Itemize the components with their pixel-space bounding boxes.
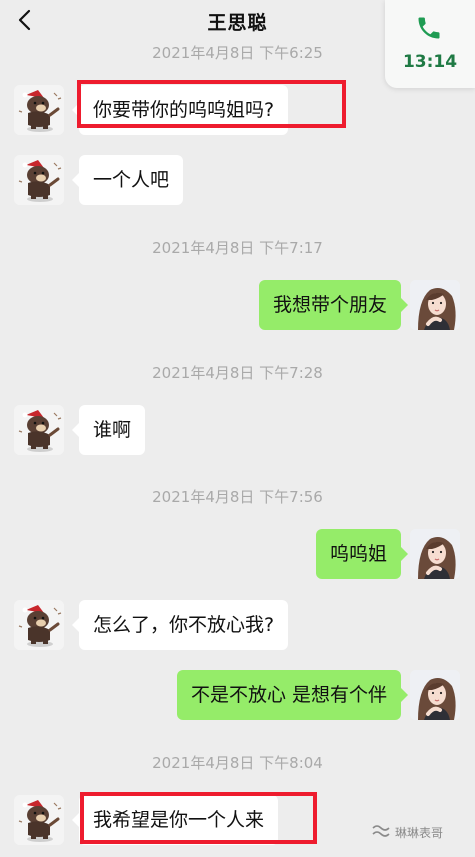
contact-avatar-image [14, 155, 64, 205]
timestamp: 2021年4月8日 下午7:56 [152, 488, 323, 506]
timestamp: 2021年4月8日 下午6:25 [152, 44, 323, 62]
avatar[interactable] [14, 600, 64, 650]
avatar[interactable] [14, 155, 64, 205]
message-bubble-incoming[interactable]: 谁啊 [71, 405, 146, 455]
self-avatar-image [410, 529, 460, 579]
contact-avatar-image [14, 405, 64, 455]
contact-avatar-image [14, 795, 64, 845]
highlight-box [77, 80, 346, 128]
avatar[interactable] [14, 795, 64, 845]
message-bubble-incoming[interactable]: 怎么了，你不放心我? [71, 600, 289, 650]
avatar[interactable] [410, 529, 460, 579]
message-bubble-incoming[interactable]: 一个人吧 [71, 155, 184, 205]
avatar[interactable] [410, 670, 460, 720]
avatar[interactable] [410, 280, 460, 330]
self-avatar-image [410, 670, 460, 720]
message-bubble-outgoing[interactable]: 不是不放心 是想有个伴 [176, 670, 409, 720]
timestamp: 2021年4月8日 下午8:04 [152, 754, 323, 772]
timestamp: 2021年4月8日 下午7:28 [152, 364, 323, 382]
avatar[interactable] [14, 85, 64, 135]
message-bubble-outgoing[interactable]: 我想带个朋友 [258, 280, 409, 330]
contact-avatar-image [14, 600, 64, 650]
contact-avatar-image [14, 85, 64, 135]
phone-icon [418, 17, 440, 39]
timestamp: 2021年4月8日 下午7:17 [152, 239, 323, 257]
highlight-box [80, 792, 317, 844]
avatar[interactable] [14, 405, 64, 455]
wechat-channel-icon [372, 825, 390, 837]
message-bubble-outgoing[interactable]: 呜呜姐 [315, 529, 409, 579]
watermark-text: 琳琳表哥 [395, 826, 444, 840]
self-avatar-image [410, 280, 460, 330]
